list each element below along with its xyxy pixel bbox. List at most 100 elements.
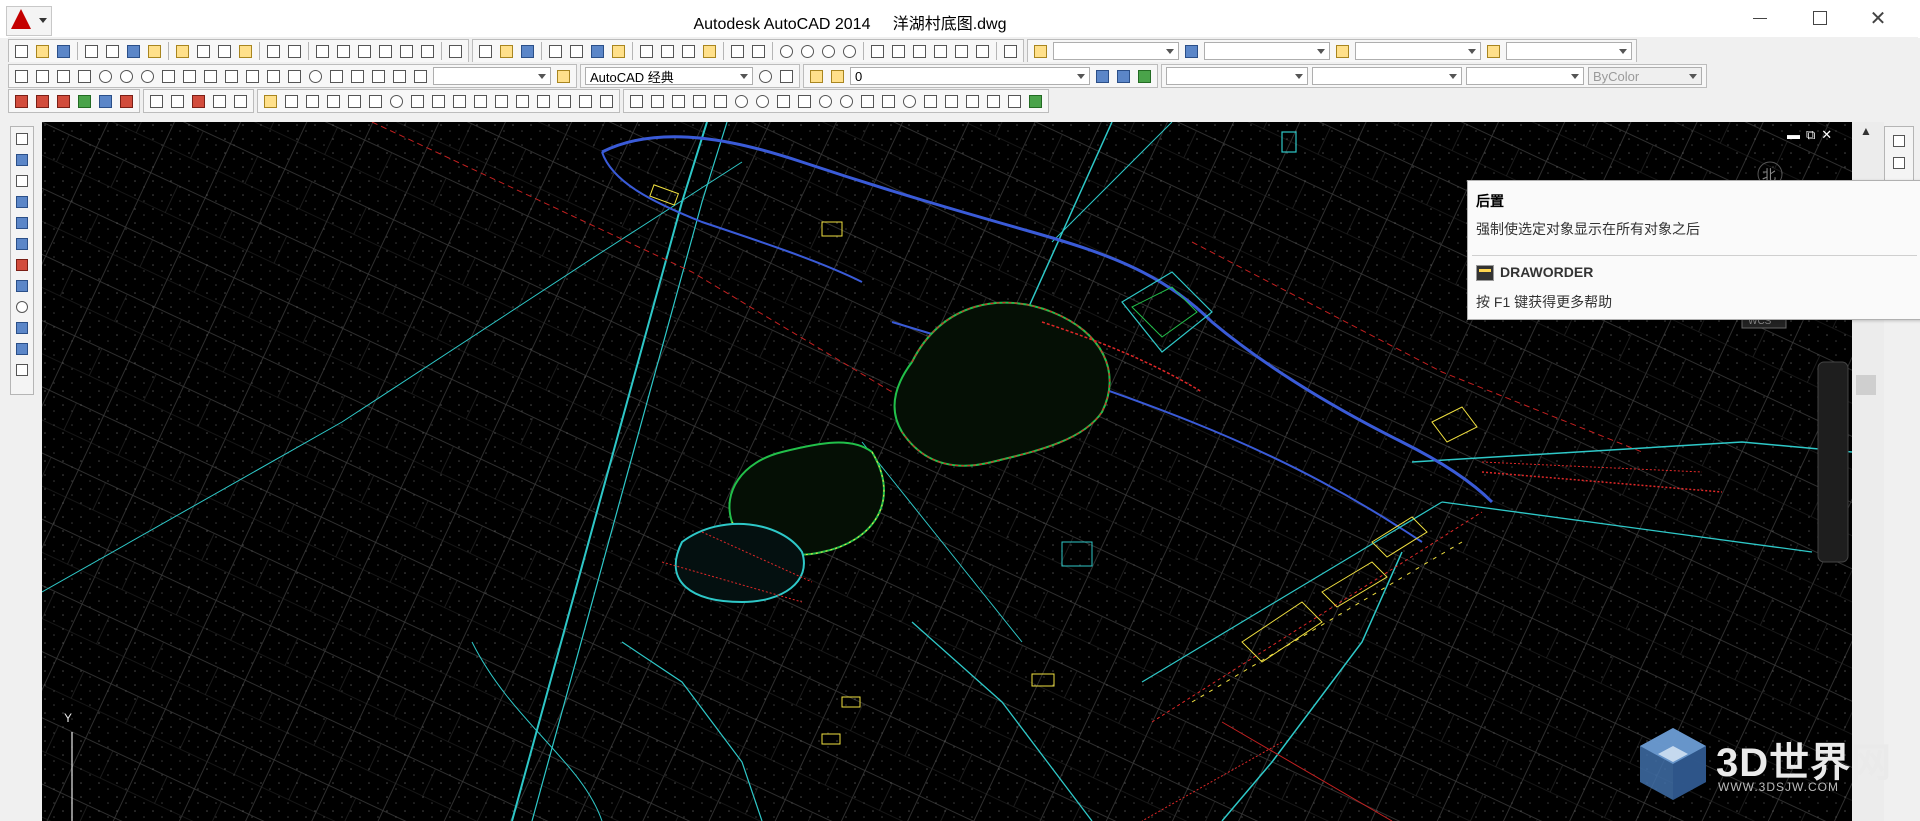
move-icon[interactable] xyxy=(366,92,385,111)
pan-icon[interactable] xyxy=(777,42,796,61)
arc-icon[interactable] xyxy=(732,92,751,111)
explode-icon[interactable] xyxy=(597,92,616,111)
table-style-select[interactable] xyxy=(1355,42,1481,60)
add-selected-icon[interactable] xyxy=(1026,92,1045,111)
ordinate-icon[interactable] xyxy=(75,67,94,86)
table-icon[interactable] xyxy=(984,92,1003,111)
layer-previous-icon[interactable] xyxy=(1114,67,1133,86)
multiline-text-icon[interactable] xyxy=(1005,92,1024,111)
layer-on-icon[interactable] xyxy=(828,67,847,86)
undo-icon[interactable] xyxy=(264,42,283,61)
toolbar-tool-icon[interactable] xyxy=(14,152,30,168)
quickcalc-icon[interactable] xyxy=(973,42,992,61)
viewport-close-button[interactable]: ✕ xyxy=(1821,127,1832,143)
text-tool-icon[interactable] xyxy=(210,92,229,111)
save-icon[interactable] xyxy=(518,42,537,61)
express-tool-icon[interactable] xyxy=(96,92,115,111)
zoom-realtime-icon[interactable] xyxy=(798,42,817,61)
tolerance-icon[interactable] xyxy=(285,67,304,86)
dimension-style-select[interactable] xyxy=(433,67,551,85)
tool-palettes-icon[interactable] xyxy=(355,42,374,61)
customize-icon[interactable] xyxy=(777,67,796,86)
bring-to-front-icon[interactable] xyxy=(1891,133,1907,149)
diameter-icon[interactable] xyxy=(138,67,157,86)
paste-icon[interactable] xyxy=(679,42,698,61)
paste-icon[interactable] xyxy=(215,42,234,61)
offset-icon[interactable] xyxy=(324,92,343,111)
break-icon[interactable] xyxy=(492,92,511,111)
layer-properties-icon[interactable] xyxy=(807,67,826,86)
copy-icon[interactable] xyxy=(194,42,213,61)
express-tool-icon[interactable] xyxy=(54,92,73,111)
insert-block-icon[interactable] xyxy=(858,92,877,111)
close-button[interactable]: ✕ xyxy=(1854,4,1902,32)
ellipse-arc-icon[interactable] xyxy=(837,92,856,111)
match-properties-icon[interactable] xyxy=(700,42,719,61)
chamfer-icon[interactable] xyxy=(534,92,553,111)
scrollbar-thumb[interactable] xyxy=(1856,375,1876,395)
toolbar-tool-icon[interactable] xyxy=(14,173,30,189)
toolbar-tool-icon[interactable] xyxy=(14,194,30,210)
express-tool-icon[interactable] xyxy=(33,92,52,111)
toolbar-tool-icon[interactable] xyxy=(14,362,30,378)
rectangle-icon[interactable] xyxy=(711,92,730,111)
open-icon[interactable] xyxy=(33,42,52,61)
text-tool-icon[interactable] xyxy=(147,92,166,111)
scroll-up-arrow-icon[interactable]: ▲ xyxy=(1855,124,1877,142)
quickcalc-icon[interactable] xyxy=(418,42,437,61)
express-tool-icon[interactable] xyxy=(117,92,136,111)
undo-icon[interactable] xyxy=(728,42,747,61)
dimension-text-edit-icon[interactable] xyxy=(390,67,409,86)
plot-icon[interactable] xyxy=(82,42,101,61)
3d-print-icon[interactable] xyxy=(609,42,628,61)
inspection-icon[interactable] xyxy=(327,67,346,86)
copy-object-icon[interactable] xyxy=(282,92,301,111)
text-tool-icon[interactable] xyxy=(189,92,208,111)
publish-icon[interactable] xyxy=(124,42,143,61)
linear-dimension-icon[interactable] xyxy=(12,67,31,86)
aligned-dimension-icon[interactable] xyxy=(33,67,52,86)
gradient-icon[interactable] xyxy=(942,92,961,111)
toolbar-tool-icon[interactable] xyxy=(14,299,30,315)
layer-states-icon[interactable] xyxy=(1135,67,1154,86)
cut-icon[interactable] xyxy=(637,42,656,61)
arc-length-icon[interactable] xyxy=(54,67,73,86)
multileader-style-icon[interactable] xyxy=(1484,42,1503,61)
sheet-set-icon[interactable] xyxy=(931,42,950,61)
hatch-icon[interactable] xyxy=(921,92,940,111)
dimension-break-icon[interactable] xyxy=(264,67,283,86)
redo-icon[interactable] xyxy=(749,42,768,61)
spline-icon[interactable] xyxy=(795,92,814,111)
minimize-button[interactable] xyxy=(1736,4,1784,32)
scale-icon[interactable] xyxy=(408,92,427,111)
dimension-space-icon[interactable] xyxy=(243,67,262,86)
copy-icon[interactable] xyxy=(658,42,677,61)
redo-icon[interactable] xyxy=(285,42,304,61)
center-mark-icon[interactable] xyxy=(306,67,325,86)
text-tool-icon[interactable] xyxy=(168,92,187,111)
construction-line-icon[interactable] xyxy=(648,92,667,111)
open-icon[interactable] xyxy=(497,42,516,61)
express-tool-icon[interactable] xyxy=(75,92,94,111)
toolbar-tool-icon[interactable] xyxy=(14,215,30,231)
new-icon[interactable] xyxy=(476,42,495,61)
continue-icon[interactable] xyxy=(222,67,241,86)
rotate-icon[interactable] xyxy=(387,92,406,111)
toolbar-tool-icon[interactable] xyxy=(14,320,30,336)
design-center-icon[interactable] xyxy=(889,42,908,61)
zoom-previous-icon[interactable] xyxy=(840,42,859,61)
dimension-style-icon[interactable] xyxy=(1182,42,1201,61)
angular-icon[interactable] xyxy=(159,67,178,86)
circle-icon[interactable] xyxy=(753,92,772,111)
publish-icon[interactable] xyxy=(588,42,607,61)
layer-select[interactable]: 0 xyxy=(850,67,1090,85)
line-icon[interactable] xyxy=(627,92,646,111)
trim-icon[interactable] xyxy=(450,92,469,111)
baseline-icon[interactable] xyxy=(201,67,220,86)
help-icon[interactable] xyxy=(1001,42,1020,61)
workspace-settings-icon[interactable] xyxy=(756,67,775,86)
quick-dimension-icon[interactable] xyxy=(180,67,199,86)
plot-icon[interactable] xyxy=(546,42,565,61)
viewport-minimize-button[interactable]: ▬ xyxy=(1787,127,1800,143)
new-icon[interactable] xyxy=(12,42,31,61)
